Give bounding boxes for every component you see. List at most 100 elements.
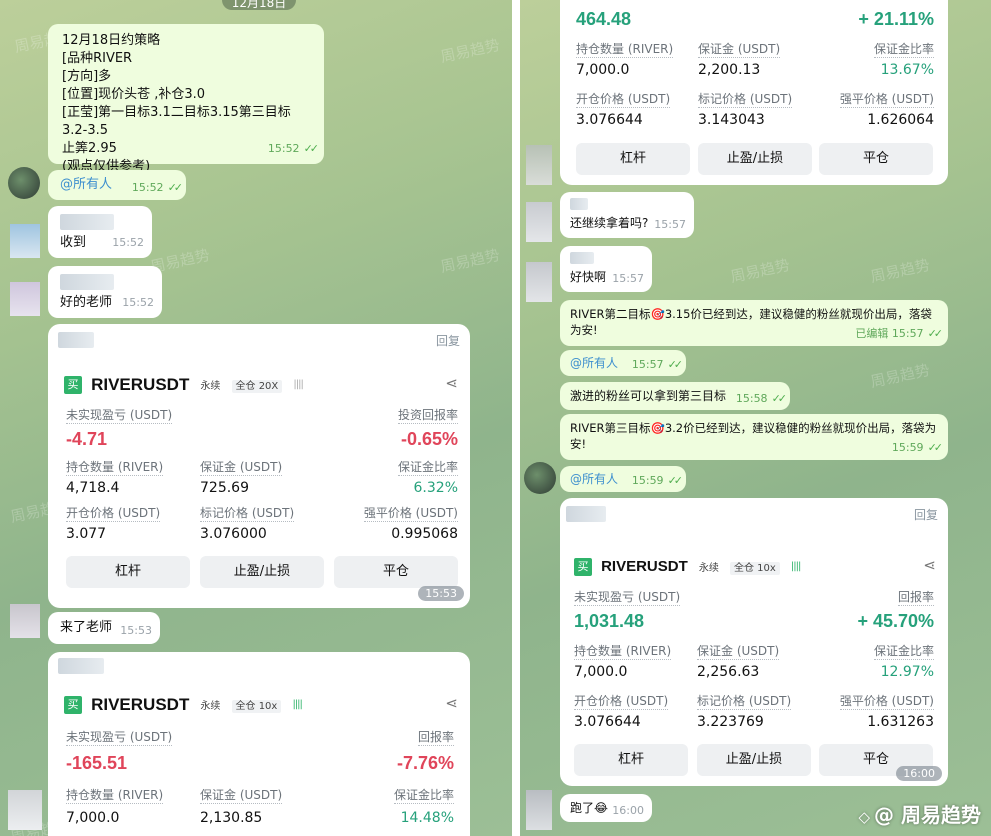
watermark: 周易趋势 [728, 255, 792, 287]
brand-watermark: ◇ @ 周易趋势 [858, 803, 981, 827]
open-price-label: 开仓价格 (USDT) [574, 694, 669, 710]
symbol-row: 买 RIVERUSDT 永续 全仓 20X |||| [64, 374, 304, 395]
close-position-button[interactable]: 平仓 [819, 143, 933, 175]
message-ok[interactable]: 好的老师 15:52 [48, 266, 162, 318]
chat-panel-right: 周易趋势 周易趋势 周易趋势 周易趋势 周易趋势 周易趋势 464.48 + 2… [520, 0, 991, 836]
ratio-label: 保证金比率 [873, 42, 934, 58]
strategy-line: [方向]多 [62, 69, 112, 84]
sender-avatar[interactable] [8, 167, 40, 199]
mark-price-label: 标记价格 (USDT) [697, 694, 792, 710]
avatar[interactable] [10, 604, 40, 638]
mark-price-value: 3.223769 [697, 714, 764, 730]
read-check-icon: ✓✓ [167, 181, 184, 194]
signal-bars-icon: |||| [292, 699, 303, 710]
avatar[interactable] [526, 145, 552, 185]
message-received[interactable]: 收到 15:52 [48, 206, 152, 258]
perpetual-tag: 永续 [200, 701, 221, 712]
qty-value: 7,000.0 [574, 664, 628, 680]
tp-sl-button[interactable]: 止盈/止损 [697, 744, 811, 776]
avatar[interactable] [8, 790, 42, 830]
avatar[interactable] [10, 224, 40, 258]
message-hold[interactable]: 还继续拿着吗? 15:57 [560, 192, 694, 238]
sender-name [58, 332, 94, 348]
reply-link[interactable]: 回复 [436, 332, 460, 349]
leverage-button[interactable]: 杠杆 [574, 744, 688, 776]
leverage-button[interactable]: 杠杆 [576, 143, 690, 175]
open-price-value: 3.077 [66, 526, 107, 542]
share-icon[interactable]: ⋖ [923, 556, 936, 574]
message-came[interactable]: 来了老师 15:53 [48, 612, 160, 644]
close-position-button[interactable]: 平仓 [334, 556, 458, 588]
mention-text: @所有人 [60, 177, 113, 192]
message-ran[interactable]: 跑了😂 16:00 [560, 794, 652, 822]
message-target3[interactable]: RIVER第三目标🎯3.2价已经到达，建议稳健的粉丝就现价出局，落袋为安! 15… [560, 414, 948, 460]
chat-panel-left: 周易趋势 周易趋势 周易趋势 周易趋势 周易趋势 周易趋势 周易趋势 12月18… [0, 0, 512, 836]
liq-price-value: 1.631263 [867, 714, 934, 730]
share-icon[interactable]: ⋖ [445, 694, 458, 712]
message-time: 15:52 [122, 296, 154, 309]
qty-label: 持仓数量 (RIVER) [66, 460, 164, 476]
qty-value: 7,000.0 [576, 62, 630, 78]
roi-label: 投资回报率 [397, 408, 458, 424]
message-fast[interactable]: 好快啊 15:57 [560, 246, 652, 292]
margin-value: 2,200.13 [698, 62, 761, 78]
message-time: 15:52 ✓✓ [131, 181, 184, 194]
margin-value: 2,256.63 [697, 664, 760, 680]
read-check-icon: ✓✓ [667, 474, 684, 487]
margin-label: 保证金 (USDT) [697, 644, 780, 660]
liq-price-label: 强平价格 (USDT) [839, 694, 934, 710]
mention-message[interactable]: @所有人 15:57 ✓✓ [560, 350, 686, 376]
message-time: 15:53 [418, 586, 464, 601]
avatar[interactable] [10, 282, 40, 316]
signal-bars-icon: |||| [790, 561, 802, 572]
read-check-icon: ✓✓ [303, 142, 320, 155]
tp-sl-button[interactable]: 止盈/止损 [200, 556, 324, 588]
ratio-value: 14.48% [400, 810, 454, 826]
ratio-label: 保证金比率 [393, 788, 454, 804]
sender-avatar[interactable] [524, 462, 556, 494]
symbol-name: RIVERUSDT [601, 558, 688, 575]
mention-text: @所有人 [570, 356, 619, 370]
avatar[interactable] [526, 262, 552, 302]
pnl-value: 1,031.48 [574, 611, 645, 631]
avatar[interactable] [526, 202, 552, 242]
read-check-icon: ✓✓ [771, 392, 788, 405]
message-time: 16:00 [612, 804, 644, 817]
symbol-row: 买 RIVERUSDT 永续 全仓 10x |||| [64, 694, 303, 715]
message-time: 15:59 ✓✓ [891, 441, 944, 454]
qty-label: 持仓数量 (RIVER) [66, 788, 164, 804]
position-card[interactable]: 买 RIVERUSDT 永续 全仓 10x |||| ⋖ 未实现盈亏 (USDT… [48, 652, 470, 836]
strategy-line: 12月18日约策略 [62, 33, 161, 48]
strategy-line: [位置]现价头苍 ,补仓3.0 [62, 87, 206, 102]
liq-price-label: 强平价格 (USDT) [363, 506, 458, 522]
share-icon[interactable]: ⋖ [445, 374, 458, 392]
strategy-message[interactable]: 12月18日约策略 [品种RIVER [方向]多 [位置]现价头苍 ,补仓3.0… [48, 24, 324, 174]
sender-name [60, 214, 114, 230]
message-time: 已编辑 15:57 ✓✓ [855, 327, 943, 340]
message-target2[interactable]: RIVER第二目标🎯3.15价已经到达，建议稳健的粉丝就现价出局，落袋为安! 已… [560, 300, 948, 346]
read-check-icon: ✓✓ [927, 441, 944, 454]
sender-name [566, 506, 606, 522]
mention-message[interactable]: @所有人 15:52 ✓✓ [48, 170, 186, 200]
reply-link[interactable]: 回复 [914, 506, 938, 523]
brand-logo-icon: ◇ [858, 808, 871, 826]
tp-sl-button[interactable]: 止盈/止损 [698, 143, 812, 175]
sender-name [570, 252, 594, 264]
symbol-row: 买 RIVERUSDT 永续 全仓 10x |||| [574, 556, 802, 576]
position-card[interactable]: 回复 买 RIVERUSDT 永续 全仓 20X |||| ⋖ 未实现盈亏 (U… [48, 324, 470, 608]
buy-badge: 买 [64, 375, 82, 394]
watermark: 周易趋势 [438, 35, 502, 67]
message-text: RIVER第三目标🎯3.2价已经到达，建议稳健的粉丝就现价出局，落袋为安! [570, 421, 937, 451]
message-time: 15:57 [612, 272, 644, 285]
message-aggressive[interactable]: 激进的粉丝可以拿到第三目标 15:58 ✓✓ [560, 382, 790, 410]
strategy-line: [品种RIVER [62, 51, 133, 66]
position-card[interactable]: 回复 买 RIVERUSDT 永续 全仓 10x |||| ⋖ 未实现盈亏 (U… [560, 498, 948, 786]
leverage-button[interactable]: 杠杆 [66, 556, 190, 588]
message-time: 16:00 [896, 766, 942, 781]
pnl-value: -165.51 [66, 753, 128, 773]
mention-message[interactable]: @所有人 15:59 ✓✓ [560, 466, 686, 492]
pnl-label: 未实现盈亏 (USDT) [66, 408, 173, 424]
roi-value: + 21.11% [858, 9, 934, 29]
position-card[interactable]: 464.48 + 21.11% 持仓数量 (RIVER) 保证金 (USDT) … [560, 0, 948, 185]
avatar[interactable] [526, 790, 552, 830]
